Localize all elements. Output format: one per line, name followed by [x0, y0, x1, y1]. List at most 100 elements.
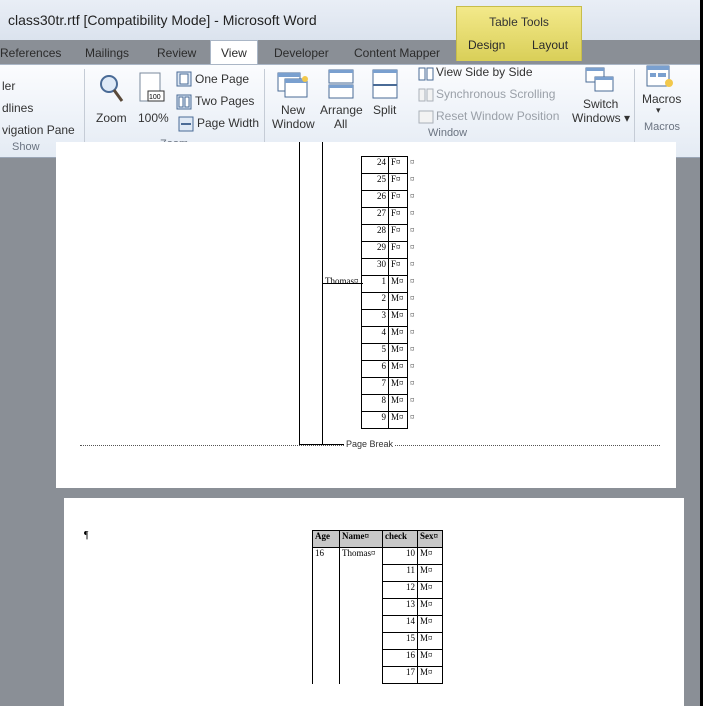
sex-cell[interactable]: F¤ [388, 173, 408, 191]
name-cell[interactable] [322, 326, 362, 344]
sex-cell[interactable]: M¤ [417, 615, 443, 633]
age-cell[interactable] [312, 581, 340, 599]
sex-cell[interactable]: M¤ [388, 343, 408, 361]
sex-cell[interactable]: M¤ [417, 547, 443, 565]
check-cell[interactable]: 4 [361, 326, 389, 344]
name-cell[interactable] [322, 394, 362, 412]
tab-content-mapper[interactable]: Content Mapper [354, 46, 440, 60]
header-check[interactable]: check [382, 530, 418, 548]
tab-developer[interactable]: Developer [274, 46, 329, 60]
new-window-label-1: New [281, 103, 306, 117]
sex-cell[interactable]: M¤ [417, 632, 443, 650]
sex-cell[interactable]: M¤ [388, 411, 408, 429]
page-width-icon [178, 116, 194, 132]
sex-cell[interactable]: F¤ [388, 190, 408, 208]
sex-cell[interactable]: M¤ [388, 309, 408, 327]
name-cell[interactable] [339, 632, 383, 650]
sex-cell[interactable]: M¤ [388, 394, 408, 412]
sex-cell[interactable]: M¤ [417, 581, 443, 599]
check-cell[interactable]: 25 [361, 173, 389, 191]
num-cell[interactable]: 12 [382, 581, 418, 599]
check-cell[interactable]: 7 [361, 377, 389, 395]
name-cell[interactable] [322, 292, 362, 310]
gridlines-checkbox[interactable]: dlines [2, 101, 33, 115]
page1-table[interactable]: 24 F¤ ¤ 25 F¤ ¤ 26 F¤ ¤ 27 F¤ ¤ 28 F¤ ¤ 29 F¤ ¤ 30 F¤ ¤ Thoma… [322, 156, 418, 429]
tab-references[interactable]: References [0, 46, 61, 60]
check-cell[interactable]: 26 [361, 190, 389, 208]
num-cell[interactable]: 13 [382, 598, 418, 616]
name-cell[interactable] [322, 241, 362, 259]
name-cell[interactable] [339, 581, 383, 599]
tab-view[interactable]: View [210, 40, 258, 65]
name-cell[interactable] [322, 258, 362, 276]
name-cell[interactable] [339, 598, 383, 616]
age-cell[interactable] [312, 666, 340, 684]
name-cell[interactable] [322, 411, 362, 429]
tab-mailings[interactable]: Mailings [85, 46, 129, 60]
page-100-icon: 100 [139, 72, 165, 102]
sex-cell[interactable]: M¤ [388, 326, 408, 344]
check-cell[interactable]: 29 [361, 241, 389, 259]
num-cell[interactable]: 14 [382, 615, 418, 633]
check-cell[interactable]: 1 [361, 275, 389, 293]
num-cell[interactable]: 11 [382, 564, 418, 582]
check-cell[interactable]: 6 [361, 360, 389, 378]
sex-cell[interactable]: M¤ [417, 666, 443, 684]
age-cell[interactable]: 16 [312, 547, 340, 565]
sex-cell[interactable]: F¤ [388, 258, 408, 276]
age-cell[interactable] [312, 564, 340, 582]
name-cell[interactable]: Thomas¤ [339, 547, 383, 565]
tab-review[interactable]: Review [157, 46, 196, 60]
name-cell[interactable] [322, 377, 362, 395]
name-cell[interactable] [339, 564, 383, 582]
header-name[interactable]: Name¤ [339, 530, 383, 548]
age-cell[interactable] [312, 598, 340, 616]
sex-cell[interactable]: M¤ [388, 275, 408, 293]
sex-cell[interactable]: M¤ [417, 564, 443, 582]
name-cell[interactable] [322, 207, 362, 225]
sex-cell[interactable]: M¤ [417, 649, 443, 667]
check-cell[interactable]: 28 [361, 224, 389, 242]
name-cell[interactable] [322, 173, 362, 191]
sex-cell[interactable]: M¤ [388, 292, 408, 310]
check-cell[interactable]: 24 [361, 156, 389, 174]
name-cell[interactable] [322, 224, 362, 242]
name-cell[interactable]: Thomas¤ [322, 275, 362, 293]
name-cell[interactable] [322, 360, 362, 378]
name-cell[interactable] [339, 615, 383, 633]
check-cell[interactable]: 2 [361, 292, 389, 310]
check-cell[interactable]: 30 [361, 258, 389, 276]
tab-design[interactable]: Design [468, 38, 505, 52]
check-cell[interactable]: 5 [361, 343, 389, 361]
age-cell[interactable] [312, 615, 340, 633]
age-cell[interactable] [312, 632, 340, 650]
age-cell[interactable] [312, 649, 340, 667]
sex-cell[interactable]: M¤ [417, 598, 443, 616]
sex-cell[interactable]: M¤ [388, 377, 408, 395]
name-cell[interactable] [322, 309, 362, 327]
num-cell[interactable]: 15 [382, 632, 418, 650]
check-cell[interactable]: 27 [361, 207, 389, 225]
name-cell[interactable] [322, 343, 362, 361]
sex-cell[interactable]: F¤ [388, 207, 408, 225]
header-age[interactable]: Age [312, 530, 340, 548]
name-cell[interactable] [339, 649, 383, 667]
num-cell[interactable]: 17 [382, 666, 418, 684]
header-sex[interactable]: Sex¤ [417, 530, 443, 548]
name-cell[interactable] [322, 156, 362, 174]
name-cell[interactable] [322, 190, 362, 208]
ruler-checkbox[interactable]: ler [2, 79, 15, 93]
navigation-pane-checkbox[interactable]: vigation Pane [2, 123, 75, 137]
sex-cell[interactable]: M¤ [388, 360, 408, 378]
check-cell[interactable]: 9 [361, 411, 389, 429]
page2-table[interactable]: Age Name¤ check Sex¤ 16 Thomas¤ 10 M¤ 11 M¤ 12… [312, 530, 443, 684]
check-cell[interactable]: 3 [361, 309, 389, 327]
num-cell[interactable]: 10 [382, 547, 418, 565]
sex-cell[interactable]: F¤ [388, 241, 408, 259]
name-cell[interactable] [339, 666, 383, 684]
num-cell[interactable]: 16 [382, 649, 418, 667]
check-cell[interactable]: 8 [361, 394, 389, 412]
sex-cell[interactable]: F¤ [388, 224, 408, 242]
sex-cell[interactable]: F¤ [388, 156, 408, 174]
tab-layout[interactable]: Layout [532, 38, 568, 52]
